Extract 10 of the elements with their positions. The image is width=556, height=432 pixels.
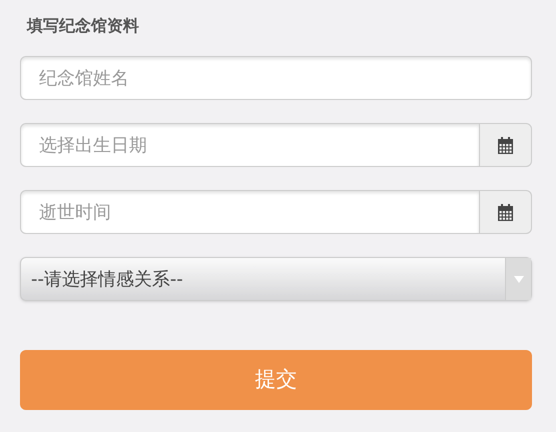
- date-field[interactable]: 逝世时间: [20, 190, 480, 234]
- calendar-button[interactable]: [480, 123, 532, 167]
- caret-icon: [514, 276, 524, 282]
- calendar-icon: [497, 136, 514, 154]
- date-field[interactable]: 选择出生日期: [20, 123, 480, 167]
- relationship-dropdown[interactable]: --请选择情感关系--: [20, 257, 532, 301]
- calendar-icon: [497, 204, 514, 220]
- calendar-button[interactable]: [480, 190, 532, 234]
- name-field[interactable]: 纪念馆姓名: [20, 56, 532, 100]
- form-title: 填写纪念馆资料: [26, 15, 140, 37]
